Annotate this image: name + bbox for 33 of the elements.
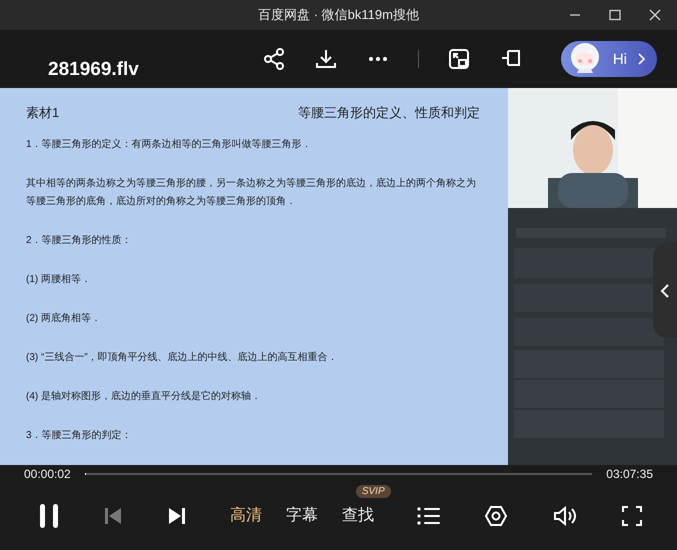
- player-option[interactable]: 查找: [342, 505, 374, 526]
- close-icon[interactable]: [649, 9, 661, 21]
- window-title: 百度网盘 · 微信bk119m搜他: [257, 6, 420, 24]
- settings-icon[interactable]: [484, 504, 508, 528]
- slide-text: (4) 是轴对称图形，底边的垂直平分线是它的对称轴．: [26, 390, 262, 404]
- side-panel-toggle[interactable]: [653, 243, 677, 338]
- slide-text: 3．等腰三角形的判定：: [26, 428, 133, 443]
- volume-icon[interactable]: [552, 504, 578, 528]
- slide-text: (1) 两腰相等．: [26, 272, 92, 287]
- slide-text: (2) 两底角相等．: [26, 312, 102, 326]
- slide-label: 素材1: [26, 104, 60, 122]
- playlist-icon[interactable]: [417, 506, 442, 526]
- assistant-button[interactable]: Hi: [560, 41, 657, 77]
- pause-icon[interactable]: [38, 502, 60, 528]
- current-time: 00:00:02: [24, 467, 71, 481]
- slide-text: 2．等腰三角形的性质：: [26, 234, 133, 248]
- svip-badge: SVIP: [356, 485, 391, 498]
- slide-text: 1．等腰三角形的定义：有两条边相等的三角形叫做等腰三角形．: [26, 138, 313, 152]
- total-time: 03:07:35: [606, 467, 653, 481]
- slide-title: 等腰三角形的定义、性质和判定: [298, 104, 480, 122]
- maximize-icon[interactable]: [609, 9, 621, 21]
- file-name: 281969.flv: [48, 59, 139, 81]
- slide-text: 其中相等的两条边称之为等腰三角形的腰，另一条边称之为等腰三角形的底边，底边上的两个角称之为等腰三角形的底角，底边所对的角称之为等腰三角形的顶角．: [26, 176, 477, 209]
- next-icon[interactable]: [166, 506, 187, 526]
- picture-in-picture-icon[interactable]: [446, 47, 471, 71]
- slide-text: (3) “三线合一”，即顶角平分线、底边上的中线、底边上的高互相重合．: [26, 350, 339, 365]
- share-icon[interactable]: [262, 47, 286, 71]
- player-option[interactable]: 字幕: [286, 505, 318, 526]
- player-option[interactable]: 高清: [230, 505, 262, 526]
- chevron-left-icon: [660, 282, 670, 298]
- fullscreen-icon[interactable]: [620, 504, 643, 526]
- download-icon[interactable]: [314, 47, 338, 71]
- chevron-right-icon: [637, 53, 645, 65]
